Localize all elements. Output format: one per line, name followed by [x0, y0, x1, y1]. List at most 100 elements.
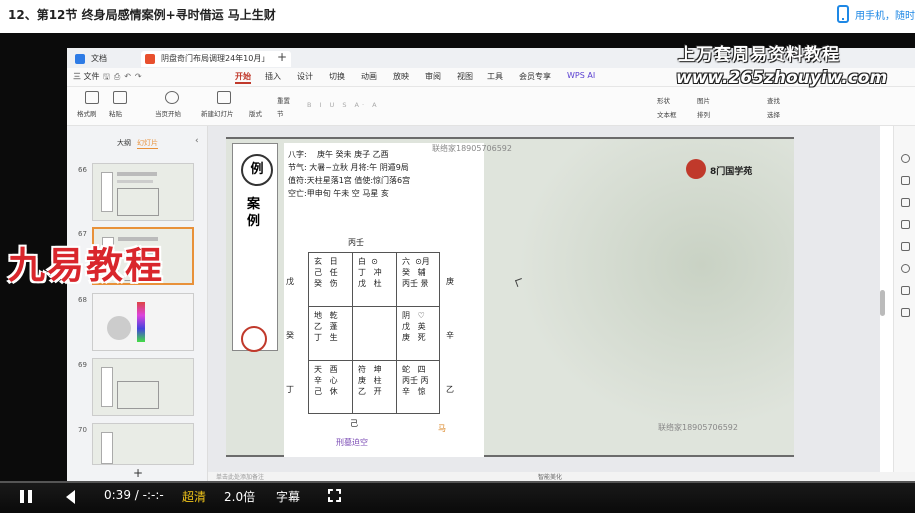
arrange-button[interactable]: 排列	[697, 109, 710, 119]
thumb-grid	[117, 381, 159, 409]
time-display: 0:39 / -:-:-	[104, 488, 164, 502]
palace-line: 蛇 四	[402, 365, 426, 374]
grid-line	[308, 306, 440, 307]
menu-wps-ai[interactable]: WPS AI	[567, 71, 595, 80]
collapse-panel-icon[interactable]: ‹	[195, 136, 199, 146]
section-button[interactable]: 节	[277, 108, 284, 118]
palace-line: 辛 惊	[402, 387, 426, 396]
palace-cell: 蛇 四丙壬 丙辛 惊	[402, 364, 442, 397]
palace-line: 辛 心	[314, 376, 338, 385]
share-icon[interactable]	[901, 286, 910, 295]
menu-slideshow[interactable]: 放映	[393, 71, 409, 82]
tab-presentation[interactable]: 阴盘奇门布局调理24年10月」	[141, 51, 291, 67]
outline-tab[interactable]: 大纲	[117, 138, 131, 148]
shape-button[interactable]: 形状	[657, 95, 670, 105]
progress-track[interactable]	[0, 481, 915, 483]
paste-button[interactable]: 粘贴	[109, 108, 122, 118]
layout-icon[interactable]	[901, 242, 910, 251]
home-icon	[75, 54, 85, 64]
menu-insert[interactable]: 插入	[265, 71, 281, 82]
page-header: 12、第12节 终身局感情案例+寻时借运 马上生财 用手机，随时	[0, 0, 915, 30]
case-mark: 例	[241, 154, 273, 186]
quality-button[interactable]: 超清	[182, 488, 206, 505]
right-stem: 乙	[446, 385, 454, 394]
menu-review[interactable]: 审阅	[425, 71, 441, 82]
play-from-current-button[interactable]: 当页开始	[155, 108, 181, 118]
settings-icon[interactable]	[901, 308, 910, 317]
tab-docs[interactable]: 文档	[71, 51, 141, 67]
slide-thumbnail[interactable]	[92, 358, 194, 416]
smart-beautify-button[interactable]: 智能美化	[538, 472, 562, 481]
menu-tools[interactable]: 工具	[487, 71, 503, 82]
subtitle-button[interactable]: 字幕	[276, 488, 300, 505]
menu-file[interactable]: 三 文件	[73, 71, 100, 82]
palace-cell: 地 乾乙 蓬丁 生	[314, 310, 354, 343]
fullscreen-icon[interactable]	[328, 489, 341, 502]
menu-design[interactable]: 设计	[297, 71, 313, 82]
right-toolbar	[893, 126, 915, 481]
textbox-button[interactable]: 文本框	[657, 109, 677, 119]
speed-button[interactable]: 2.0倍	[224, 488, 255, 505]
pause-icon[interactable]	[20, 490, 24, 503]
seal-icon	[241, 326, 267, 352]
mobile-watch-link[interactable]: 用手机，随时	[837, 3, 915, 25]
menu-member[interactable]: 会员专享	[519, 71, 551, 82]
menu-home[interactable]: 开始	[235, 71, 251, 84]
thumb-text-line	[117, 172, 157, 176]
font-format-group[interactable]: B I U S A· A	[307, 101, 380, 109]
menu-animation[interactable]: 动画	[361, 71, 377, 82]
status-bar: 单击此处添加备注 智能美化	[208, 472, 915, 481]
picture-button[interactable]: 图片	[697, 95, 710, 105]
ribbon-toolbar: 格式刷 粘贴 当页开始 新建幻灯片 版式 节 重置 B I U S A· A 形…	[67, 87, 915, 126]
palace-line: 玄 日	[314, 257, 338, 266]
ppt-file-icon	[145, 54, 155, 64]
new-tab-icon[interactable]: +	[277, 50, 287, 64]
palace-cell: 天 酉辛 心己 休	[314, 364, 354, 397]
palace-cell: 符 坤庚 柱乙 开	[358, 364, 398, 397]
reset-button[interactable]: 重置	[277, 95, 290, 105]
star-icon[interactable]	[901, 154, 910, 163]
palace-line: 六 ⊙月	[402, 257, 430, 266]
tools-icon[interactable]	[901, 220, 910, 229]
thumb-ink-shape	[107, 316, 131, 340]
slide-canvas[interactable]: 例 案例 八字: 庚午 癸未 庚子 乙酉 节气: 大暑~立秋 月将:午 阴遁9局…	[226, 137, 794, 457]
kongwang-line: 空亡:甲申旬 午未 空 马星 亥	[288, 189, 389, 198]
play-from-current-icon	[165, 91, 179, 104]
palace-line: 己 任	[314, 268, 338, 277]
copy-icon[interactable]	[901, 176, 910, 185]
help-icon[interactable]	[901, 264, 910, 273]
volume-icon[interactable]	[66, 490, 75, 504]
notes-placeholder[interactable]: 单击此处添加备注	[216, 472, 264, 481]
format-painter-button[interactable]: 格式刷	[77, 108, 97, 118]
palace-cell: 白 ⊙ 丁 冲戊 杜	[358, 256, 398, 289]
new-slide-icon	[217, 91, 231, 104]
palace-line: 癸 伤	[314, 279, 338, 288]
slide-number: 70	[78, 426, 87, 434]
left-stem: 戊	[286, 277, 294, 286]
new-slide-button[interactable]: 新建幻灯片	[201, 108, 234, 118]
slide-thumbnail[interactable]	[92, 293, 194, 351]
left-stem: 癸	[286, 331, 294, 340]
bottom-note: 刑墓迫空	[336, 438, 368, 447]
menu-transition[interactable]: 切换	[329, 71, 345, 82]
add-slide-button[interactable]: +	[133, 466, 143, 480]
slides-tab[interactable]: 幻灯片	[137, 138, 158, 149]
layout-button[interactable]: 版式	[249, 108, 262, 118]
select-button[interactable]: 选择	[767, 109, 780, 119]
watermark-top: 上万套周易资料教程	[678, 45, 840, 65]
video-controls: 0:39 / -:-:- 超清 2.0倍 字幕	[0, 481, 915, 513]
slide-thumbnail[interactable]	[92, 163, 194, 221]
menu-view[interactable]: 视图	[457, 71, 473, 82]
vertical-scrollbar[interactable]	[880, 290, 885, 316]
find-button[interactable]: 查找	[767, 95, 780, 105]
slide-thumbnail-panel: 大纲 幻灯片 ‹ 66 67 68 69 70 +	[67, 126, 208, 481]
palace-line: 己 休	[314, 387, 338, 396]
palace-cell: 玄 日己 任癸 伤	[314, 256, 354, 289]
thumb-text-line	[117, 180, 153, 183]
quick-access-icons[interactable]: 🖫⎙↶↷	[103, 71, 146, 85]
slide-thumbnail[interactable]	[92, 423, 194, 465]
bazi-label: 八字:	[288, 150, 307, 159]
ink-wash-background	[486, 137, 794, 457]
pause-icon-bar	[28, 490, 32, 503]
image-icon[interactable]	[901, 198, 910, 207]
